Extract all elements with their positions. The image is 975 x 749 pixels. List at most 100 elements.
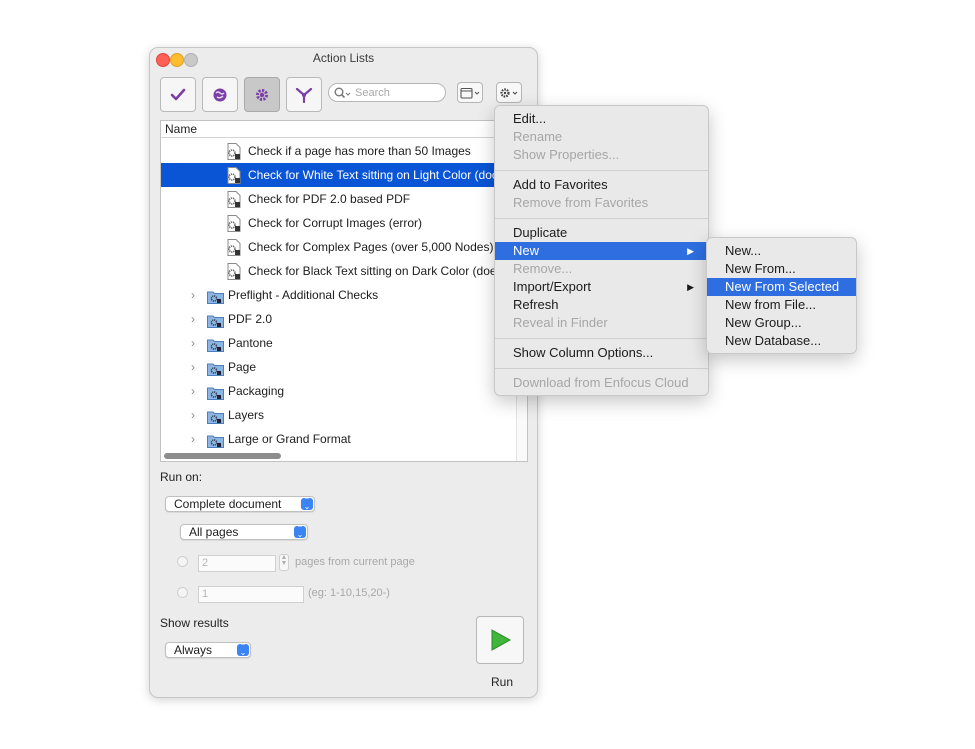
- table-row-group[interactable]: › Large or Grand Format: [161, 427, 516, 451]
- table-row[interactable]: Check for White Text sitting on Light Co…: [161, 163, 516, 187]
- menu-separator: [495, 218, 708, 219]
- action-list-table[interactable]: Name Check if a page has more than 50 Im…: [160, 120, 528, 462]
- submenu-item-new-database[interactable]: New Database...: [707, 332, 856, 350]
- horizontal-scrollbar-thumb[interactable]: [164, 453, 281, 459]
- menu-item-duplicate[interactable]: Duplicate: [495, 224, 708, 242]
- branch-icon: [295, 87, 313, 103]
- run-label: Run: [491, 675, 514, 689]
- table-row-label: Layers: [228, 408, 265, 422]
- disclosure-chevron-icon[interactable]: ›: [191, 331, 195, 355]
- show-results-label: Show results: [160, 616, 229, 630]
- flow-toolbar-button[interactable]: [286, 77, 322, 112]
- table-row-group[interactable]: › Layers: [161, 403, 516, 427]
- submenu-arrow-icon: ▶: [687, 246, 694, 256]
- pages-select[interactable]: All pages ⌃ ⌄: [180, 524, 308, 540]
- title-bar: Action Lists: [150, 48, 537, 69]
- disclosure-chevron-icon[interactable]: ›: [191, 427, 195, 451]
- table-row-group[interactable]: › Preflight - Additional Checks: [161, 283, 516, 307]
- disclosure-chevron-icon[interactable]: ›: [191, 307, 195, 331]
- submenu-item-new-group[interactable]: New Group...: [707, 314, 856, 332]
- show-results-select[interactable]: Always ⌃ ⌄: [165, 642, 251, 658]
- pages-value: All pages: [189, 525, 239, 539]
- menu-item-show-properties[interactable]: Show Properties...: [495, 146, 708, 164]
- calendar-menu-button[interactable]: [457, 82, 483, 103]
- menu-item-remove[interactable]: Remove...: [495, 260, 708, 278]
- action-list-document-icon: [226, 263, 242, 280]
- table-row-group[interactable]: › Pantone: [161, 331, 516, 355]
- run-scope-select[interactable]: Complete document ⌃ ⌄: [165, 496, 315, 512]
- table-row[interactable]: Check for Complex Pages (over 5,000 Node…: [161, 235, 516, 259]
- menu-item-new[interactable]: New ▶: [495, 242, 708, 260]
- table-row-group[interactable]: › Packaging: [161, 379, 516, 403]
- disclosure-chevron-icon[interactable]: ›: [191, 355, 195, 379]
- menu-item-rename[interactable]: Rename: [495, 128, 708, 146]
- group-folder-icon: [207, 360, 224, 379]
- action-list-document-icon: [226, 215, 242, 232]
- run-scope-value: Complete document: [174, 497, 282, 511]
- menu-item-refresh[interactable]: Refresh: [495, 296, 708, 314]
- action-gear-menu-button[interactable]: [496, 82, 522, 103]
- checks-toolbar-button[interactable]: [160, 77, 196, 112]
- disclosure-chevron-icon[interactable]: ›: [191, 283, 195, 307]
- show-results-value: Always: [174, 643, 213, 657]
- menu-separator: [495, 368, 708, 369]
- select-arrows-icon: ⌃ ⌄: [301, 497, 313, 511]
- menu-item-remove-favorites[interactable]: Remove from Favorites: [495, 194, 708, 212]
- menu-item-column-options[interactable]: Show Column Options...: [495, 344, 708, 362]
- group-folder-icon: [207, 336, 224, 355]
- table-row-label: Check for Corrupt Images (error): [248, 216, 423, 230]
- pages-from-current-label: pages from current page: [295, 556, 415, 568]
- search-input[interactable]: Search: [328, 83, 446, 102]
- group-folder-icon: [207, 408, 224, 427]
- search-icon: [334, 87, 351, 99]
- page-range-radio[interactable]: [177, 587, 188, 598]
- page-count-field[interactable]: 2: [198, 555, 276, 572]
- table-row-label: Check if a page has more than 50 Images: [248, 144, 471, 158]
- menu-item-reveal-finder[interactable]: Reveal in Finder: [495, 314, 708, 332]
- table-row-label: Large or Grand Format: [228, 432, 351, 446]
- action-list-document-icon: [226, 191, 242, 208]
- action-list-document-icon: [226, 143, 242, 160]
- menu-item-download-cloud[interactable]: Download from Enfocus Cloud: [495, 374, 708, 392]
- play-icon: [491, 629, 512, 651]
- submenu-arrow-icon: ▶: [687, 282, 694, 292]
- page-range-field[interactable]: 1: [198, 586, 304, 603]
- action-lists-window: Action Lists Search Name Check if a page…: [149, 47, 538, 698]
- table-row-label: Check for White Text sitting on Light Co…: [248, 168, 498, 182]
- checkmark-icon: [170, 88, 186, 100]
- run-button[interactable]: [476, 616, 524, 664]
- table-row[interactable]: Check for Black Text sitting on Dark Col…: [161, 259, 516, 283]
- submenu-item-new-from[interactable]: New From...: [707, 260, 856, 278]
- group-folder-icon: [207, 312, 224, 331]
- table-row-label: Check for Black Text sitting on Dark Col…: [248, 264, 497, 278]
- table-row-group[interactable]: › PDF 2.0: [161, 307, 516, 331]
- table-row-label: PDF 2.0: [228, 312, 273, 326]
- menu-separator: [495, 170, 708, 171]
- table-row-group[interactable]: › Page: [161, 355, 516, 379]
- gear-toolbar-button[interactable]: [244, 77, 280, 112]
- menu-separator: [495, 338, 708, 339]
- run-on-label: Run on:: [160, 470, 203, 484]
- page-count-stepper[interactable]: ▲ ▼: [279, 554, 289, 571]
- new-submenu: New... New From... New From Selected New…: [706, 237, 857, 354]
- pages-from-current-radio[interactable]: [177, 556, 188, 567]
- window-title: Action Lists: [312, 51, 375, 65]
- disclosure-chevron-icon[interactable]: ›: [191, 379, 195, 403]
- table-row[interactable]: Check for Corrupt Images (error): [161, 211, 516, 235]
- submenu-item-new[interactable]: New...: [707, 242, 856, 260]
- submenu-item-new-from-selected[interactable]: New From Selected: [707, 278, 856, 296]
- group-folder-icon: [207, 432, 224, 451]
- menu-item-edit[interactable]: Edit...: [495, 110, 708, 128]
- column-header-name[interactable]: Name: [161, 121, 527, 138]
- disclosure-chevron-icon[interactable]: ›: [191, 403, 195, 427]
- table-row-label: Check for Complex Pages (over 5,000 Node…: [248, 240, 494, 254]
- table-row[interactable]: Check for PDF 2.0 based PDF: [161, 187, 516, 211]
- action-list-document-icon: [226, 239, 242, 256]
- group-folder-icon: [207, 288, 224, 307]
- menu-item-add-favorites[interactable]: Add to Favorites: [495, 176, 708, 194]
- table-row[interactable]: Check if a page has more than 50 Images: [161, 139, 516, 163]
- action-list-document-icon: [226, 167, 242, 184]
- menu-item-import-export[interactable]: Import/Export ▶: [495, 278, 708, 296]
- globe-toolbar-button[interactable]: [202, 77, 238, 112]
- submenu-item-new-from-file[interactable]: New from File...: [707, 296, 856, 314]
